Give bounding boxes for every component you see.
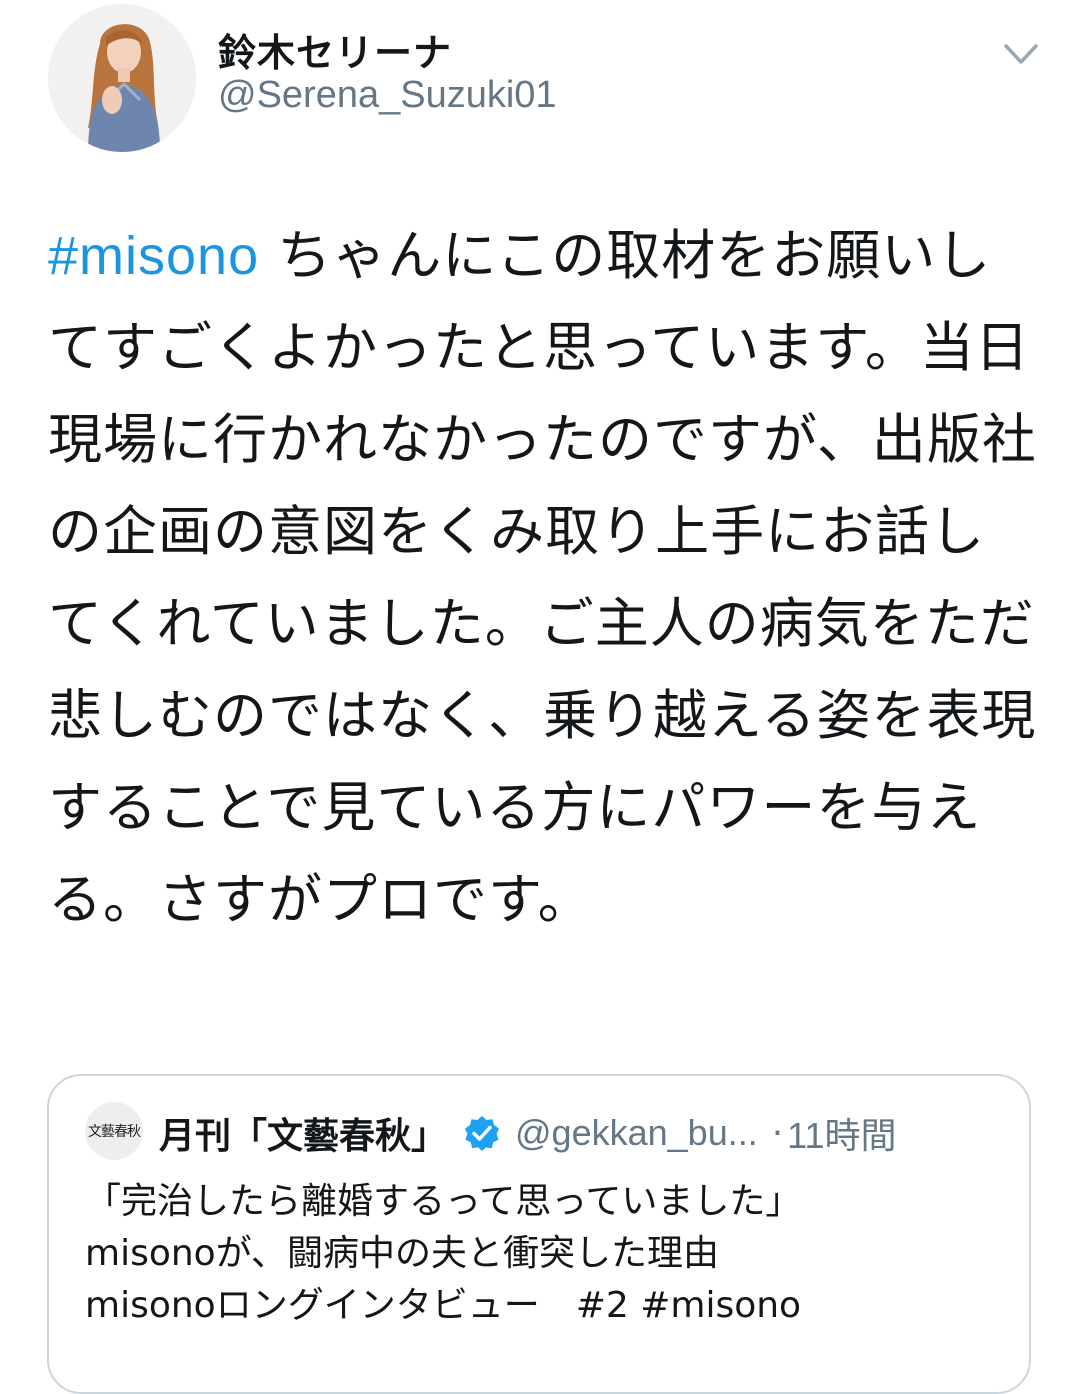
verified-badge-icon — [463, 1114, 501, 1152]
tweet-text-body: ちゃんにこの取材をお願いしてすごくよかったと思っています。当日現場に行かれなかっ… — [48, 224, 1037, 931]
quoted-account-logo[interactable]: 文藝春秋 — [85, 1102, 143, 1160]
tweet: 鈴木セリーナ @Serena_Suzuki01 #misono ちゃんにこの取材… — [0, 0, 1080, 1394]
quoted-timestamp[interactable]: 11時間 — [787, 1107, 896, 1159]
quoted-author-name[interactable]: 月刊「文藝春秋」 — [159, 1107, 447, 1159]
quoted-tweet-text: 「完治したら離婚するって思っていました」 misonoが、闘病中の夫と衝突した理… — [85, 1176, 1005, 1332]
author-handle[interactable]: @Serena_Suzuki01 — [218, 74, 557, 117]
quoted-author-handle[interactable]: @gekkan_bu... — [515, 1112, 758, 1154]
author-display-name[interactable]: 鈴木セリーナ — [218, 22, 452, 77]
chevron-down-icon[interactable] — [998, 36, 1044, 72]
quoted-tweet-card[interactable]: 文藝春秋 月刊「文藝春秋」 @gekkan_bu... · 11時間 「完治した… — [47, 1074, 1031, 1394]
tweet-text: #misono ちゃんにこの取材をお願いしてすごくよかったと思っています。当日現… — [48, 210, 1038, 946]
quoted-text-line: 「完治したら離婚するって思っていました」 — [85, 1181, 802, 1222]
quoted-tweet-header: 月刊「文藝春秋」 @gekkan_bu... · 11時間 — [159, 1104, 1019, 1162]
separator-dot: · — [771, 1112, 784, 1154]
hashtag-link[interactable]: #misono — [48, 226, 259, 286]
quoted-text-line: misonoロングインタビュー #2 #misono — [85, 1285, 802, 1326]
quoted-logo-text: 文藝春秋 — [88, 1124, 141, 1140]
user-avatar-photo — [48, 4, 196, 152]
avatar[interactable] — [48, 4, 196, 152]
quoted-text-line: misonoが、闘病中の夫と衝突した理由 — [85, 1233, 719, 1274]
